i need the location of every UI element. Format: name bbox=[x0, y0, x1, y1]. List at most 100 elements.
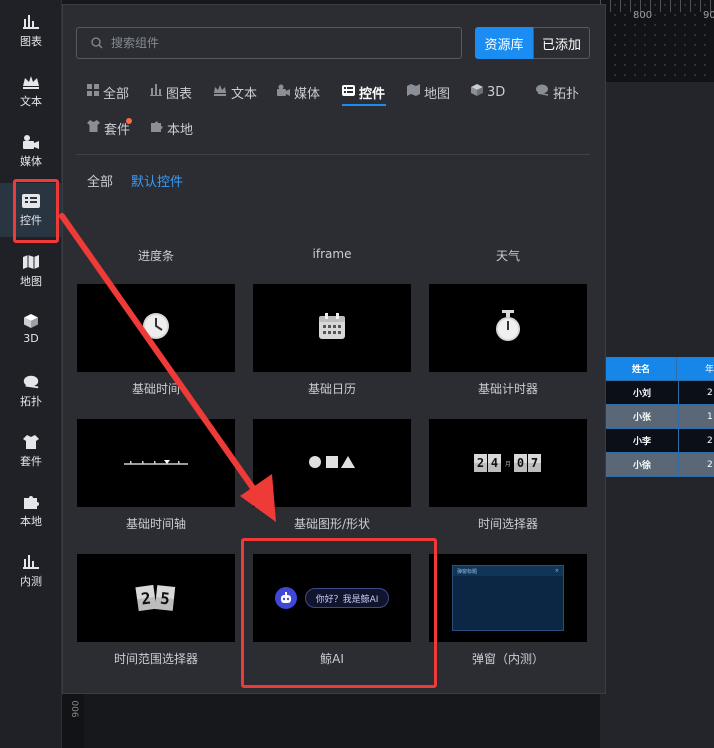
stopwatch-icon bbox=[493, 309, 523, 347]
flip-digit: 2 bbox=[473, 454, 487, 472]
canvas-left-ruler: 900 bbox=[62, 694, 84, 748]
sidebar-item-3d[interactable]: 3D bbox=[0, 302, 62, 356]
category-label: 拓扑 bbox=[553, 86, 580, 102]
component-card-basic-timeline[interactable]: 基础时间轴 bbox=[77, 419, 235, 541]
table-row: 小李 2 bbox=[606, 429, 714, 453]
sidebar-item-label: 本地 bbox=[20, 514, 42, 528]
flip-digit: 7 bbox=[528, 454, 541, 472]
sidebar-item-label: 控件 bbox=[20, 213, 42, 227]
table-cell: 2 bbox=[707, 387, 713, 398]
map-icon bbox=[22, 254, 40, 270]
sidebar-item-chart[interactable]: 图表 bbox=[0, 4, 62, 58]
subfilter-all[interactable]: 全部 bbox=[87, 171, 113, 190]
dialog-preview: 弹窗标题 × bbox=[452, 565, 564, 631]
table-header-cell: 年 bbox=[704, 365, 714, 375]
card-label-iframe[interactable]: iframe bbox=[253, 247, 411, 261]
dialog-preview-titlebar: 弹窗标题 × bbox=[453, 566, 563, 576]
card-thumbnail: 弹窗标题 × bbox=[429, 554, 587, 642]
card-label: 基础时间轴 bbox=[125, 517, 186, 531]
component-card-time-picker[interactable]: 2 4 月 0 7 时间选择器 bbox=[429, 419, 587, 541]
category-topology[interactable]: 拓扑 bbox=[535, 81, 579, 103]
timeline-icon bbox=[124, 454, 188, 473]
component-card-basic-time[interactable]: 基础时间 bbox=[77, 284, 235, 406]
card-label: 鲸AI bbox=[320, 652, 344, 666]
map-icon bbox=[407, 84, 420, 100]
card-label: 基础计时器 bbox=[477, 382, 538, 396]
card-label: 时间选择器 bbox=[477, 517, 538, 531]
category-text[interactable]: 文本 bbox=[213, 81, 257, 103]
active-category-underline bbox=[342, 104, 386, 106]
category-3d[interactable]: 3D bbox=[471, 81, 505, 103]
tab-resource-library[interactable]: 资源库 bbox=[475, 27, 533, 59]
table-cell: 小李 bbox=[606, 429, 679, 452]
table-cell: 2 bbox=[707, 459, 713, 470]
table-header-cell: 姓名 bbox=[606, 357, 677, 380]
bar-chart-icon bbox=[150, 84, 162, 100]
sidebar-item-label: 媒体 bbox=[20, 154, 42, 168]
calendar-icon bbox=[317, 311, 347, 345]
close-icon: × bbox=[554, 568, 559, 574]
flip-digit: 0 bbox=[514, 454, 527, 472]
category-kit[interactable]: 套件 bbox=[87, 117, 130, 139]
panel-divider bbox=[76, 154, 590, 155]
table-cell: 2 bbox=[707, 435, 713, 446]
sidebar-item-beta[interactable]: 内测 bbox=[0, 544, 62, 598]
flip-digit: 2 bbox=[135, 584, 157, 612]
card-label: 时间范围选择器 bbox=[113, 652, 198, 666]
ruler-label-900: 900 bbox=[71, 700, 82, 718]
table-row: 小张 1 bbox=[606, 405, 714, 429]
category-widget[interactable]: 控件 bbox=[342, 81, 385, 103]
search-input[interactable] bbox=[111, 36, 441, 50]
sidebar-item-text[interactable]: 文本 bbox=[0, 64, 62, 118]
category-local[interactable]: 本地 bbox=[150, 117, 193, 139]
category-label: 本地 bbox=[167, 122, 194, 138]
sidebar-item-kit[interactable]: 套件 bbox=[0, 424, 62, 478]
sidebar-item-map[interactable]: 地图 bbox=[0, 244, 62, 298]
cube-icon bbox=[22, 313, 40, 329]
shirt-kit-icon bbox=[87, 120, 100, 136]
search-box[interactable] bbox=[76, 27, 462, 59]
canvas-table-widget[interactable]: 姓名 年 小刘 2 小张 1 小李 2 小徐 2 bbox=[606, 357, 714, 477]
category-chart[interactable]: 图表 bbox=[150, 81, 192, 103]
card-thumbnail: 你好？我是鲸AI bbox=[253, 554, 411, 642]
category-map[interactable]: 地图 bbox=[407, 81, 450, 103]
widget-icon bbox=[22, 193, 40, 209]
component-card-time-range-picker[interactable]: 2 5 时间范围选择器 bbox=[77, 554, 235, 676]
sidebar-item-topology[interactable]: 拓扑 bbox=[0, 364, 62, 418]
text-crown-icon bbox=[213, 84, 227, 100]
table-row: 小徐 2 bbox=[606, 453, 714, 477]
flip-digit: 4 bbox=[487, 454, 501, 472]
sidebar-item-media[interactable]: 媒体 bbox=[0, 124, 62, 178]
component-card-dialog-beta[interactable]: 弹窗标题 × 弹窗（内测） bbox=[429, 554, 587, 676]
card-thumbnail bbox=[77, 419, 235, 507]
category-media[interactable]: 媒体 bbox=[277, 81, 320, 103]
category-label: 媒体 bbox=[294, 86, 321, 102]
component-card-basic-shape[interactable]: 基础图形/形状 bbox=[253, 419, 411, 541]
beta-chart-icon bbox=[22, 554, 40, 570]
category-label: 地图 bbox=[424, 86, 451, 102]
component-card-basic-calendar[interactable]: 基础日历 bbox=[253, 284, 411, 406]
sidebar-item-local[interactable]: 本地 bbox=[0, 484, 62, 538]
sidebar-item-widget[interactable]: 控件 bbox=[0, 183, 62, 237]
card-label: 弹窗（内测） bbox=[471, 652, 544, 666]
canvas-top-ruler bbox=[600, 0, 714, 82]
sidebar-item-label: 文本 bbox=[20, 94, 42, 108]
ruler-label-800: 800 bbox=[633, 10, 653, 21]
card-label-progress[interactable]: 进度条 bbox=[77, 247, 235, 264]
subfilter-default-widgets[interactable]: 默认控件 bbox=[131, 171, 183, 190]
new-badge-dot bbox=[126, 118, 132, 124]
sidebar-item-label: 内测 bbox=[20, 574, 42, 588]
card-label: 基础时间 bbox=[131, 382, 180, 396]
component-card-whale-ai[interactable]: 你好？我是鲸AI 鲸AI bbox=[253, 554, 411, 676]
tab-added[interactable]: 已添加 bbox=[533, 27, 590, 59]
ai-greeting-bubble: 你好？我是鲸AI bbox=[304, 588, 390, 608]
category-all[interactable]: 全部 bbox=[87, 81, 129, 103]
category-label: 图表 bbox=[166, 86, 193, 102]
card-label-weather[interactable]: 天气 bbox=[429, 247, 587, 264]
table-cell: 小张 bbox=[606, 405, 679, 428]
card-thumbnail bbox=[253, 284, 411, 372]
component-sidebar: 图表 文本 媒体 控件 地图 3D 拓扑 套件 本地 内测 bbox=[0, 0, 62, 748]
ruler-ticks bbox=[600, 0, 714, 12]
card-thumbnail: 2 5 bbox=[77, 554, 235, 642]
component-card-basic-timer[interactable]: 基础计时器 bbox=[429, 284, 587, 406]
